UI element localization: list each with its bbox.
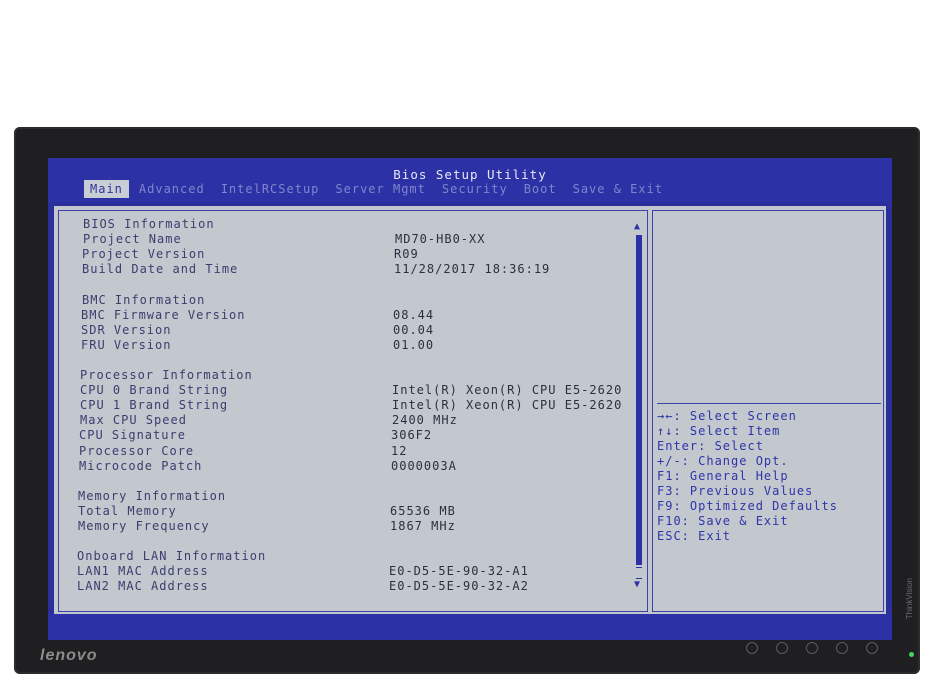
info-pane: ▲ ▼ BIOS Information Project Name MD70-HB0… [58,210,648,612]
row-label: CPU Signature [79,428,186,443]
scroll-grip-icon [636,567,642,579]
row-label: FRU Version [81,337,172,352]
info-row: Max CPU Speed 2400 MHz [80,413,457,428]
input-button-icon[interactable] [746,642,758,654]
section-heading: BIOS Information [83,217,215,231]
key-help-list: →←: Select Screen ↑↓: Select Item Enter: S… [657,409,838,544]
tab-advanced[interactable]: Advanced [133,180,211,198]
tab-security[interactable]: Security [436,180,514,198]
row-value: 01.00 [393,337,435,352]
tab-intelrcsetup[interactable]: IntelRCSetup [215,180,326,198]
row-value: 2400 MHz [392,413,458,428]
info-row: LAN2 MAC Address E0-D5-5E-90-32-A2 [77,579,528,594]
help-line: F10: Save & Exit [657,514,789,528]
row-label: BIOS Information [83,217,215,231]
row-label: Build Date and Time [82,262,239,277]
tab-main[interactable]: Main [84,180,129,198]
help-line: F9: Optimized Defaults [657,499,838,513]
bios-footer [48,614,892,640]
info-row: CPU 1 Brand String Intel(R) Xeon(R) CPU E… [80,398,621,413]
row-value: MD70-HB0-XX [395,232,486,247]
row-label: CPU 0 Brand String [80,383,229,398]
row-label: Max CPU Speed [80,413,187,428]
info-row: Project Name MD70-HB0-XX [83,232,484,247]
tab-server-mgmt[interactable]: Server Mgmt [329,180,431,198]
section-heading: Memory Information [78,489,226,503]
mode-button-icon[interactable] [836,642,848,654]
power-button-icon[interactable] [866,642,878,654]
info-row: FRU Version 01.00 [81,337,433,352]
info-row: Build Date and Time 11/28/2017 18:36:19 [82,262,549,277]
scroll-down-arrow-icon[interactable]: ▼ [634,579,640,590]
bios-header: Bios Setup Utility Main Advanced IntelRCSe… [48,158,892,202]
info-row: Microcode Patch 0000003A [79,458,456,473]
row-label: LAN1 MAC Address [77,564,209,579]
row-value: E0-D5-5E-90-32-A1 [389,564,529,579]
info-row: CPU Signature 306F2 [79,428,431,443]
info-row: SDR Version 00.04 [81,322,433,337]
thinkvision-label: ThinkVision [905,578,914,620]
main-panel: ▲ ▼ BIOS Information Project Name MD70-HB0… [54,206,886,640]
info-row: Project Version R09 [82,247,418,262]
info-row: LAN1 MAC Address E0-D5-5E-90-32-A1 [77,564,528,579]
help-line: +/-: Change Opt. [657,454,789,468]
row-label: Total Memory [78,503,177,518]
bios-tabs: Main Advanced IntelRCSetup Server Mgmt Secur… [84,180,673,198]
row-label: Processor Information [80,368,253,382]
info-row: Memory Frequency 1867 MHz [78,519,455,533]
section-heading: Processor Information [80,368,253,382]
row-value: Intel(R) Xeon(R) CPU E5-2620 [392,398,623,413]
info-row: Processor Core 12 [79,443,406,458]
help-line: F3: Previous Values [657,484,814,498]
menu-button-icon[interactable] [776,642,788,654]
power-led [909,652,914,657]
row-label: Memory Information [78,488,227,503]
help-line: ESC: Exit [657,529,732,543]
row-value: 11/28/2017 18:36:19 [394,262,551,277]
row-value: 00.04 [393,322,435,337]
row-value: 08.44 [393,307,435,322]
info-row: BMC Firmware Version 08.44 [81,307,433,322]
bios-screen: Bios Setup Utility Main Advanced IntelRCSe… [48,158,892,640]
row-label: CPU 1 Brand String [80,398,229,413]
help-line: Enter: Select [657,439,764,453]
info-row: Total Memory 65536 MB [78,503,455,518]
row-value: 0000003A [391,458,457,473]
lenovo-logo: lenovo [40,647,98,664]
help-line: →←: Select Screen [657,409,797,423]
row-value: E0-D5-5E-90-32-A2 [389,579,529,594]
brightness-button-icon[interactable] [806,642,818,654]
tab-save-exit[interactable]: Save & Exit [567,180,669,198]
row-value: Intel(R) Xeon(R) CPU E5-2620 [392,383,623,398]
scrollbar[interactable]: ▲ ▼ [634,221,643,591]
row-value: 1867 MHz [390,519,456,533]
help-divider [657,403,881,404]
scroll-thumb[interactable] [636,235,642,565]
row-value: 65536 MB [390,503,456,518]
row-label: LAN2 MAC Address [77,579,209,594]
row-label: Project Version [82,247,206,262]
help-line: ↑↓: Select Item [657,424,781,438]
row-label: Microcode Patch [79,458,203,473]
row-label: BMC Firmware Version [81,307,246,322]
scroll-up-arrow-icon[interactable]: ▲ [634,221,640,232]
section-heading: Onboard LAN Information [77,549,266,563]
row-value: 12 [391,443,408,458]
row-value: R09 [394,247,419,262]
row-label: BMC Information [82,292,206,307]
monitor-controls [746,642,896,654]
row-label: SDR Version [81,322,172,337]
row-value: 306F2 [391,428,433,443]
section-heading: BMC Information [82,293,205,307]
info-row: CPU 0 Brand String Intel(R) Xeon(R) CPU E… [80,383,621,398]
row-label: Memory Frequency [78,519,210,533]
tab-boot[interactable]: Boot [518,180,563,198]
row-label: Processor Core [79,443,195,458]
row-label: Project Name [83,232,182,247]
help-line: F1: General Help [657,469,789,483]
row-label: Onboard LAN Information [77,549,267,564]
help-pane: →←: Select Screen ↑↓: Select Item Enter: S… [652,210,884,612]
